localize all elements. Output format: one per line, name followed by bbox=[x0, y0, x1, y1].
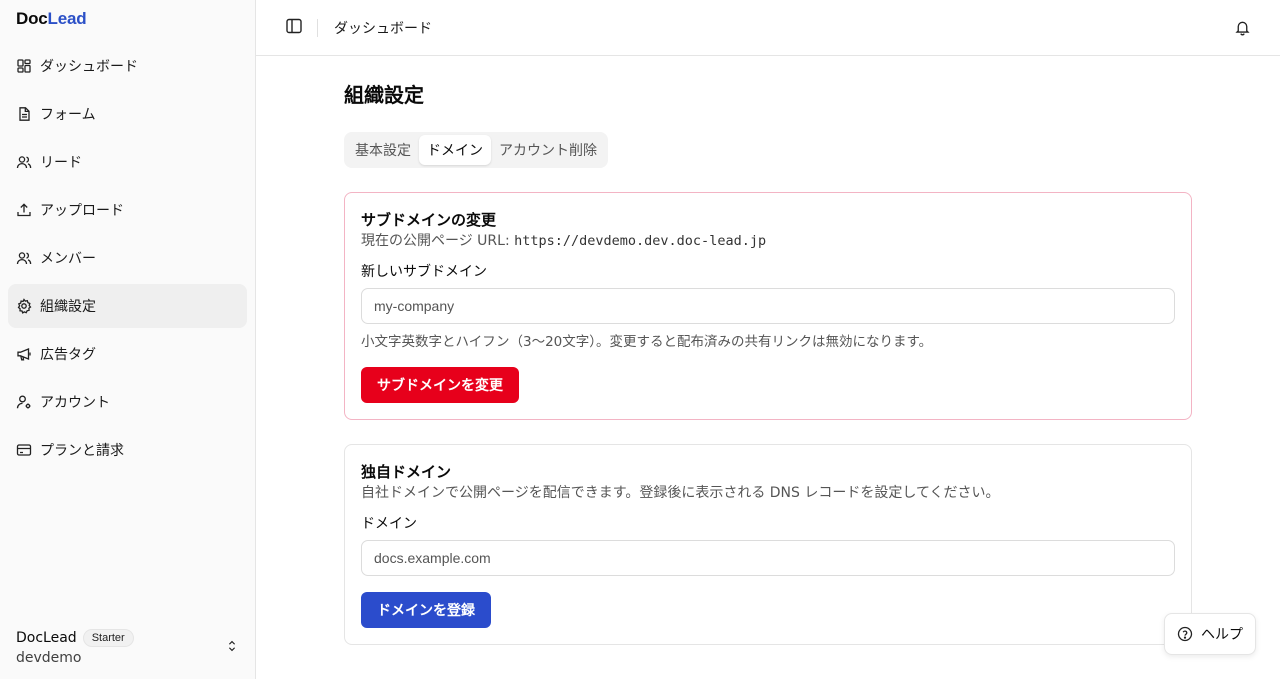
logo-doc: Doc bbox=[16, 9, 48, 28]
sidebar-item-ad-tags[interactable]: 広告タグ bbox=[8, 332, 247, 376]
sidebar-item-upload[interactable]: アップロード bbox=[8, 188, 247, 232]
sidebar-item-dashboard[interactable]: ダッシュボード bbox=[8, 44, 247, 88]
chevrons-up-down-icon bbox=[225, 638, 239, 657]
sidebar-item-label: リード bbox=[40, 155, 82, 171]
header-divider bbox=[317, 18, 318, 37]
sidebar-item-billing[interactable]: プランと請求 bbox=[8, 428, 247, 472]
domain-label: ドメイン bbox=[361, 516, 417, 532]
org-info: DocLead Starter devdemo bbox=[16, 628, 134, 666]
file-icon bbox=[16, 106, 32, 122]
help-label: ヘルプ bbox=[1201, 627, 1243, 643]
users-icon bbox=[16, 250, 32, 266]
subdomain-card-desc: 現在の公開ページ URL: https://devdemo.dev.doc-le… bbox=[361, 231, 1175, 251]
sidebar: DocLead ダッシュボード フォーム リード アップロード メンバー 組織設… bbox=[0, 0, 256, 679]
sidebar-item-label: フォーム bbox=[40, 107, 96, 123]
sidebar-item-org-settings[interactable]: 組織設定 bbox=[8, 284, 247, 328]
page-content: 組織設定 基本設定 ドメイン アカウント削除 サブドメインの変更 現在の公開ペー… bbox=[344, 79, 1192, 645]
sidebar-item-label: 組織設定 bbox=[40, 299, 96, 315]
page-title: 組織設定 bbox=[344, 83, 424, 107]
breadcrumb[interactable]: ダッシュボード bbox=[334, 18, 432, 38]
main-area: ダッシュボード 組織設定 基本設定 ドメイン アカウント削除 サブドメインの変更… bbox=[256, 0, 1280, 679]
subdomain-card: サブドメインの変更 現在の公開ページ URL: https://devdemo.… bbox=[344, 192, 1192, 420]
sidebar-item-label: 広告タグ bbox=[40, 347, 96, 363]
sidebar-item-leads[interactable]: リード bbox=[8, 140, 247, 184]
sidebar-item-forms[interactable]: フォーム bbox=[8, 92, 247, 136]
org-slug: devdemo bbox=[16, 649, 82, 666]
org-name: DocLead bbox=[16, 629, 77, 646]
sidebar-item-label: プランと請求 bbox=[40, 443, 124, 459]
tab-basic-settings[interactable]: 基本設定 bbox=[347, 135, 419, 165]
upload-icon bbox=[16, 202, 32, 218]
megaphone-icon bbox=[16, 346, 32, 362]
change-subdomain-button[interactable]: サブドメインを変更 bbox=[361, 367, 519, 403]
app-logo[interactable]: DocLead bbox=[16, 9, 87, 29]
top-header: ダッシュボード bbox=[256, 0, 1280, 56]
sidebar-toggle-icon[interactable] bbox=[285, 17, 303, 39]
user-cog-icon bbox=[16, 394, 32, 410]
custom-domain-card-title: 独自ドメイン bbox=[361, 463, 452, 481]
org-switcher[interactable]: DocLead Starter devdemo bbox=[8, 625, 247, 669]
new-subdomain-label: 新しいサブドメイン bbox=[361, 264, 487, 280]
users-icon bbox=[16, 154, 32, 170]
tab-delete-account[interactable]: アカウント削除 bbox=[491, 135, 605, 165]
current-url: https://devdemo.dev.doc-lead.jp bbox=[514, 233, 767, 249]
register-domain-button[interactable]: ドメインを登録 bbox=[361, 592, 491, 628]
gear-icon bbox=[16, 298, 32, 314]
sidebar-item-label: ダッシュボード bbox=[40, 59, 138, 75]
sidebar-item-label: アップロード bbox=[40, 203, 124, 219]
domain-input[interactable] bbox=[361, 540, 1175, 576]
custom-domain-card: 独自ドメイン 自社ドメインで公開ページを配信できます。登録後に表示される DNS… bbox=[344, 444, 1192, 645]
subdomain-card-title: サブドメインの変更 bbox=[361, 211, 497, 229]
sidebar-item-label: メンバー bbox=[40, 251, 96, 267]
dashboard-icon bbox=[16, 58, 32, 74]
help-button[interactable]: ヘルプ bbox=[1164, 613, 1256, 655]
tab-domain[interactable]: ドメイン bbox=[419, 135, 491, 165]
plan-badge: Starter bbox=[82, 628, 134, 647]
custom-domain-card-desc: 自社ドメインで公開ページを配信できます。登録後に表示される DNS レコードを設… bbox=[361, 485, 1000, 501]
logo-lead: Lead bbox=[47, 9, 87, 28]
help-circle-icon bbox=[1177, 626, 1193, 642]
settings-tabs: 基本設定 ドメイン アカウント削除 bbox=[344, 132, 608, 168]
sidebar-item-members[interactable]: メンバー bbox=[8, 236, 247, 280]
new-subdomain-input[interactable] bbox=[361, 288, 1175, 324]
current-url-label: 現在の公開ページ URL: bbox=[361, 233, 515, 249]
bell-icon[interactable] bbox=[1234, 19, 1251, 40]
subdomain-hint: 小文字英数字とハイフン（3〜20文字）。変更すると配布済みの共有リンクは無効にな… bbox=[361, 334, 933, 350]
sidebar-item-account[interactable]: アカウント bbox=[8, 380, 247, 424]
sidebar-nav: ダッシュボード フォーム リード アップロード メンバー 組織設定 広告タグ ア… bbox=[8, 44, 247, 476]
sidebar-item-label: アカウント bbox=[40, 395, 110, 411]
credit-card-icon bbox=[16, 442, 32, 458]
